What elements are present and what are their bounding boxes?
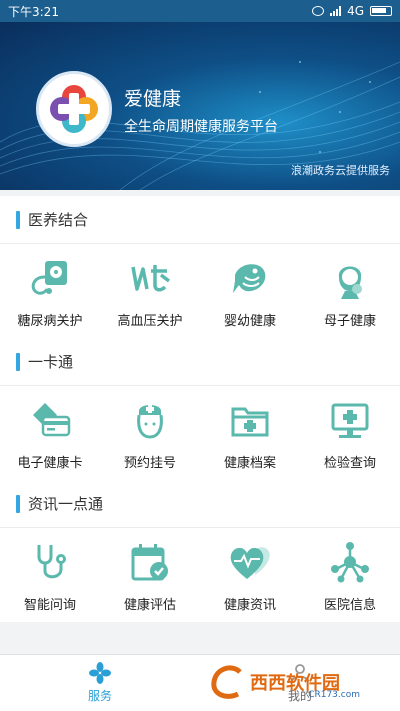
service-health-records[interactable]: 健康档案 — [200, 386, 300, 480]
header-banner: 爱健康 全生命周期健康服务平台 浪潮政务云提供服务 — [0, 22, 400, 190]
service-smart-inquiry[interactable]: 智能问询 — [0, 528, 100, 622]
section-header: 医养结合 — [0, 196, 400, 244]
calendar-check-icon — [124, 536, 176, 588]
status-bar: 下午3:21 4G — [0, 0, 400, 22]
section-title: 资讯一点通 — [28, 495, 104, 513]
service-label: 预约挂号 — [123, 456, 176, 471]
battery-icon — [370, 6, 392, 16]
service-label: 高血压关护 — [117, 314, 183, 329]
provider-text: 浪潮政务云提供服务 — [291, 164, 390, 177]
services-icon — [89, 662, 111, 684]
service-label: 医院信息 — [323, 598, 376, 613]
status-time: 下午3:21 — [8, 4, 59, 19]
service-hypertension-care[interactable]: 高血压关护 — [100, 244, 200, 338]
tab-label: 服务 — [87, 689, 112, 703]
watermark: 西西软件园 CR173.com — [210, 660, 382, 704]
service-label: 婴幼健康 — [223, 314, 276, 329]
watermark-url: CR173.com — [308, 690, 360, 700]
service-label: 健康资讯 — [223, 598, 276, 613]
section-accent-bar — [16, 494, 20, 513]
monitor-cross-icon — [324, 394, 376, 446]
medical-folder-icon — [224, 394, 276, 446]
service-lab-query[interactable]: 检验查询 — [300, 386, 400, 480]
service-grid: 智能问询 健康评估 健康资讯 医院信息 — [0, 528, 400, 622]
network-type: 4G — [347, 4, 364, 18]
section-title: 一卡通 — [28, 353, 74, 371]
health-card-icon — [24, 394, 76, 446]
nurse-icon — [124, 394, 176, 446]
service-health-news[interactable]: 健康资讯 — [200, 528, 300, 622]
heart-pulse-icon — [224, 536, 276, 588]
baby-fish-icon — [224, 252, 276, 304]
network-nodes-icon — [324, 536, 376, 588]
service-appointment[interactable]: 预约挂号 — [100, 386, 200, 480]
service-label: 电子健康卡 — [17, 456, 83, 471]
section-news: 资讯一点通 智能问询 健康评估 健康资讯 医院信息 — [0, 480, 400, 622]
service-label: 检验查询 — [323, 456, 376, 471]
service-sections: 医养结合 糖尿病关护 高血压关护 婴幼健康 母子健康 一卡通 电子健康卡 预约挂… — [0, 196, 400, 622]
app-subtitle: 全生命周期健康服务平台 — [124, 119, 278, 135]
section-medical-care: 医养结合 糖尿病关护 高血压关护 婴幼健康 母子健康 — [0, 196, 400, 338]
service-grid: 电子健康卡 预约挂号 健康档案 检验查询 — [0, 386, 400, 480]
stethoscope-icon — [24, 536, 76, 588]
tab-services[interactable]: 服务 — [0, 655, 200, 711]
service-hospital-info[interactable]: 医院信息 — [300, 528, 400, 622]
signal-icon — [330, 6, 342, 16]
alarm-icon — [312, 6, 325, 16]
service-mother-child-health[interactable]: 母子健康 — [300, 244, 400, 338]
service-infant-health[interactable]: 婴幼健康 — [200, 244, 300, 338]
service-label: 健康评估 — [123, 598, 176, 613]
watermark-logo-icon — [211, 665, 242, 699]
service-grid: 糖尿病关护 高血压关护 婴幼健康 母子健康 — [0, 244, 400, 338]
section-accent-bar — [16, 352, 20, 371]
section-title: 医养结合 — [28, 211, 89, 229]
service-label: 健康档案 — [223, 456, 276, 471]
service-label: 糖尿病关护 — [17, 314, 83, 329]
hypertension-icon — [124, 252, 176, 304]
section-accent-bar — [16, 210, 20, 229]
mother-child-icon — [324, 252, 376, 304]
service-health-card[interactable]: 电子健康卡 — [0, 386, 100, 480]
blood-pressure-meter-icon — [24, 252, 76, 304]
app-logo — [36, 71, 112, 147]
section-header: 资讯一点通 — [0, 480, 400, 528]
status-icons: 4G — [312, 4, 392, 18]
service-diabetes-care[interactable]: 糖尿病关护 — [0, 244, 100, 338]
app-title: 爱健康 — [124, 88, 182, 110]
service-label: 智能问询 — [23, 598, 76, 613]
section-one-card: 一卡通 电子健康卡 预约挂号 健康档案 检验查询 — [0, 338, 400, 480]
section-header: 一卡通 — [0, 338, 400, 386]
service-label: 母子健康 — [323, 314, 376, 329]
service-health-assessment[interactable]: 健康评估 — [100, 528, 200, 622]
